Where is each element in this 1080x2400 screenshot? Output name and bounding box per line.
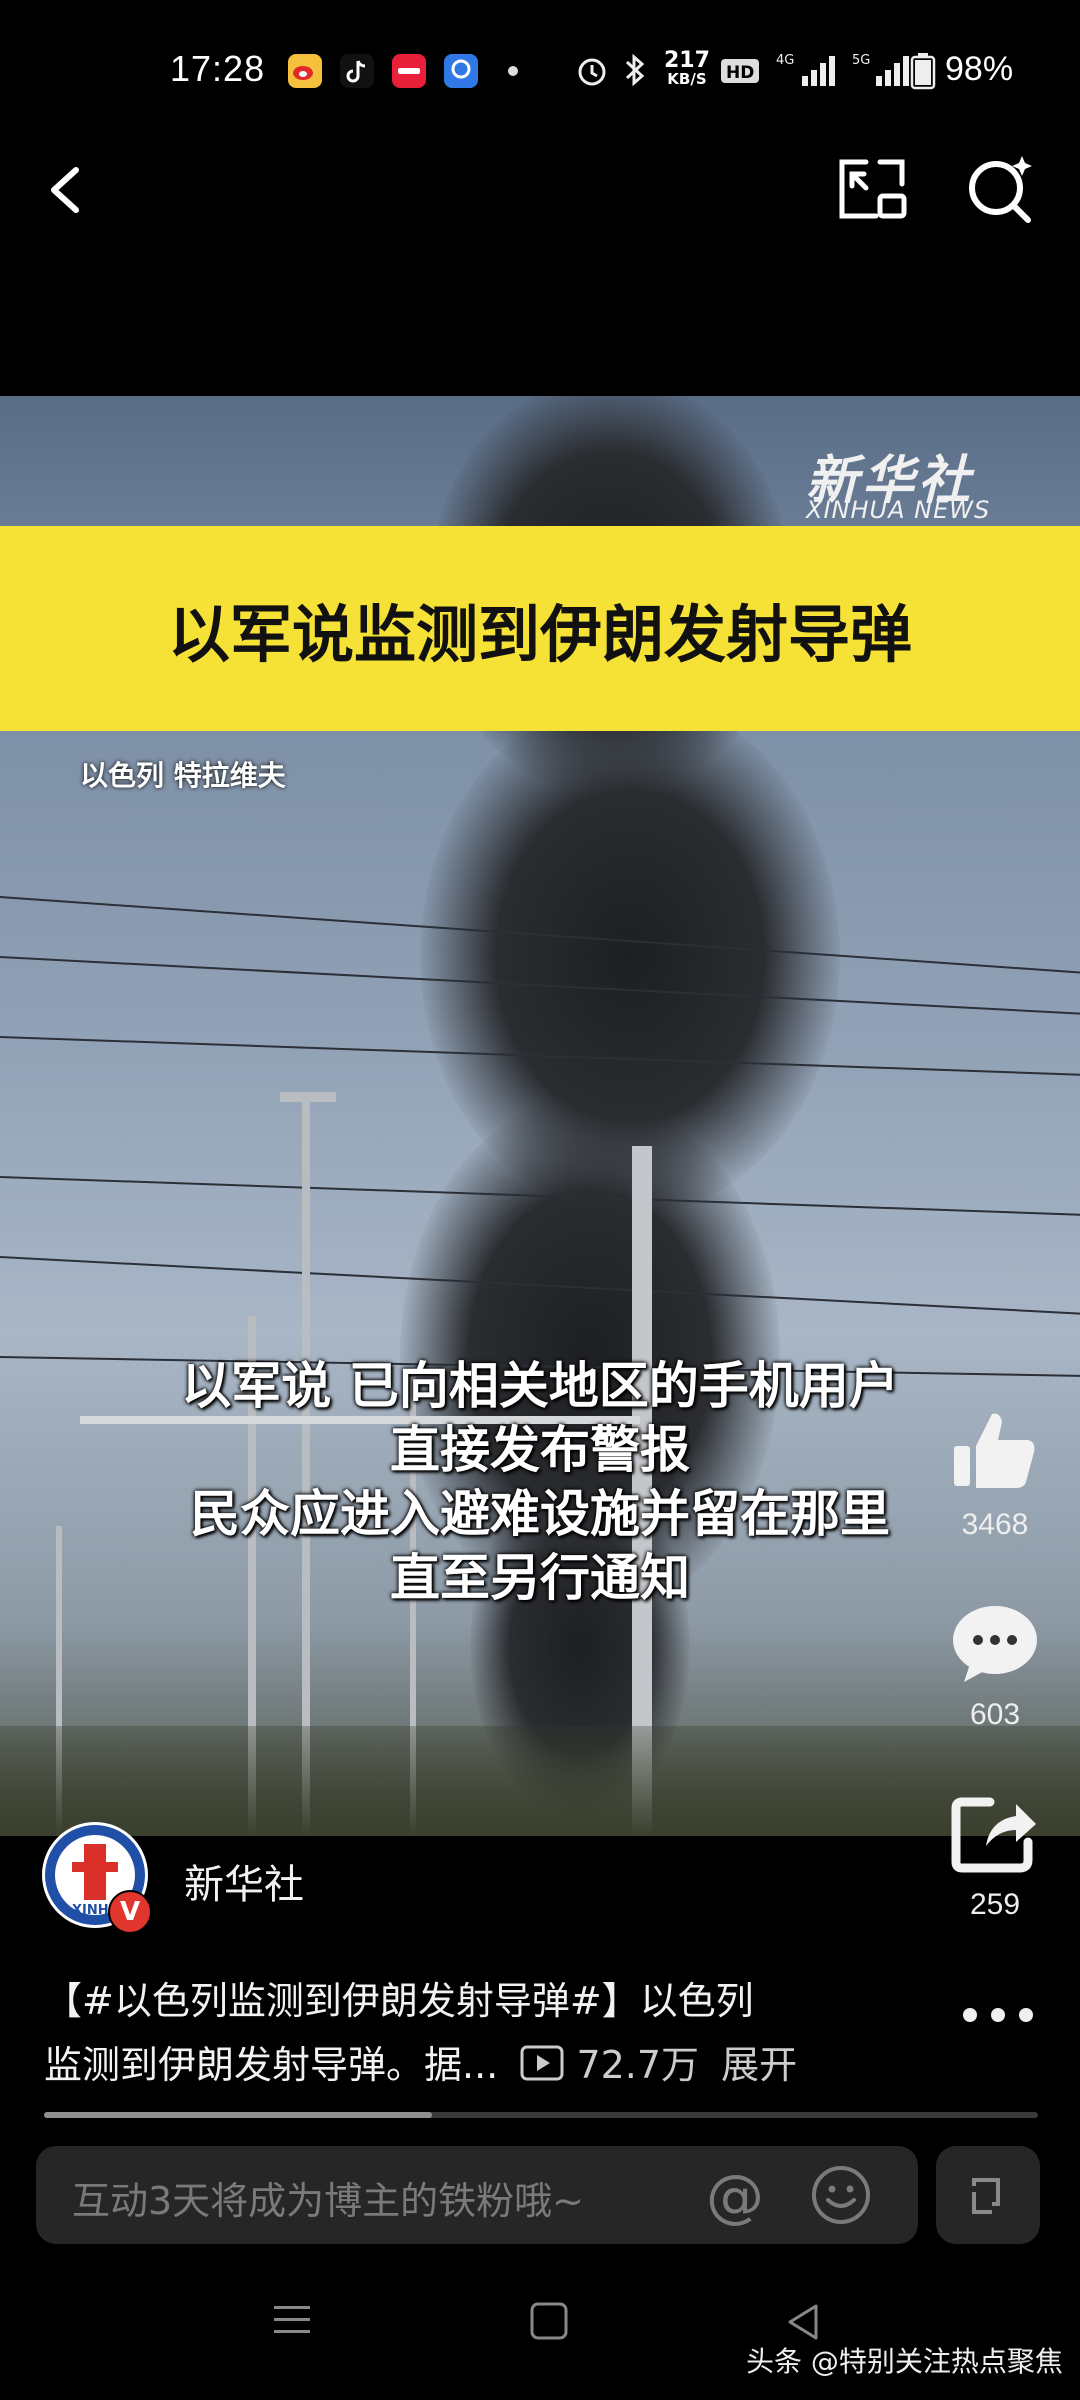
tiktok-icon bbox=[340, 54, 374, 88]
home-nav-button[interactable] bbox=[528, 2300, 572, 2348]
video-player[interactable]: 新华社 XINHUA NEWS 以军说监测到伊朗发射导弹 以色列 特拉维夫 以军… bbox=[0, 396, 1080, 1836]
weibo-icon bbox=[288, 54, 322, 88]
subtitle-line: 直接发布警报 bbox=[390, 1421, 690, 1479]
news-app-icon bbox=[444, 54, 478, 88]
video-progress-fill bbox=[44, 2112, 432, 2118]
emoji-button[interactable] bbox=[810, 2164, 872, 2226]
comment-button[interactable] bbox=[950, 1598, 1040, 1688]
more-options-button[interactable] bbox=[960, 2000, 1036, 2030]
play-count: 72.7万 bbox=[576, 2043, 700, 2087]
toutiao-watermark: 头条 @特别关注热点聚焦 bbox=[746, 2345, 1063, 2378]
xiaohongshu-icon bbox=[392, 54, 426, 88]
alarm-icon bbox=[574, 52, 610, 96]
signal-4g-icon: 4G bbox=[776, 50, 840, 94]
post-description-line2: 监测到伊朗发射导弹。据... 72.7万 展开 bbox=[44, 2034, 797, 2091]
location-label: 以色列 特拉维夫 bbox=[80, 759, 286, 792]
headline-banner: 以军说监测到伊朗发射导弹 bbox=[0, 526, 1080, 731]
status-time: 17:28 bbox=[170, 48, 266, 89]
status-bar: 17:28 217 KB/S HD 4G 5G 98% bbox=[0, 0, 1080, 140]
menu-nav-button[interactable] bbox=[270, 2300, 314, 2344]
search-button[interactable] bbox=[962, 150, 1038, 226]
signal-5g-icon: 5G bbox=[852, 50, 912, 94]
share-count: 259 bbox=[969, 1888, 1021, 1921]
back-button[interactable] bbox=[36, 150, 106, 230]
share-button[interactable] bbox=[950, 1790, 1040, 1880]
bluetooth-icon bbox=[622, 52, 648, 96]
xinhua-logo-en: XINHUA NEWS bbox=[806, 496, 991, 524]
post-description: 【#以色列监测到伊朗发射导弹#】以色列 bbox=[44, 1979, 754, 2023]
svg-text:HD: HD bbox=[726, 63, 754, 83]
comment-placeholder: 互动3天将成为博主的铁粉哦~ bbox=[72, 2179, 585, 2223]
svg-text:4G: 4G bbox=[776, 53, 794, 68]
battery-percent: 98% bbox=[945, 50, 1014, 88]
like-count: 3468 bbox=[961, 1508, 1029, 1541]
comment-count: 603 bbox=[969, 1698, 1021, 1731]
battery-icon bbox=[910, 52, 936, 94]
play-count-icon bbox=[520, 2044, 564, 2091]
svg-text:5G: 5G bbox=[852, 53, 870, 68]
subtitle-line: 民众应进入避难设施并留在那里 bbox=[190, 1485, 890, 1543]
mention-button[interactable]: @ bbox=[706, 2162, 764, 2230]
verified-badge: V bbox=[108, 1890, 152, 1934]
hd-icon: HD bbox=[720, 56, 760, 90]
author-name[interactable]: 新华社 bbox=[184, 1852, 304, 1910]
subtitle-line: 以军说 已向相关地区的手机用户 bbox=[181, 1357, 899, 1415]
headline-text: 以军说监测到伊朗发射导弹 bbox=[167, 598, 912, 671]
subtitle-line: 直至另行通知 bbox=[390, 1549, 690, 1607]
picture-in-picture-button[interactable] bbox=[836, 156, 908, 222]
fullscreen-button[interactable] bbox=[936, 2146, 1040, 2244]
more-notifications-dot bbox=[508, 66, 518, 76]
expand-link[interactable]: 展开 bbox=[721, 2043, 797, 2087]
net-speed: 217 KB/S bbox=[664, 48, 710, 89]
svg-text:XINH: XINH bbox=[72, 1903, 109, 1918]
like-button[interactable] bbox=[950, 1406, 1040, 1496]
